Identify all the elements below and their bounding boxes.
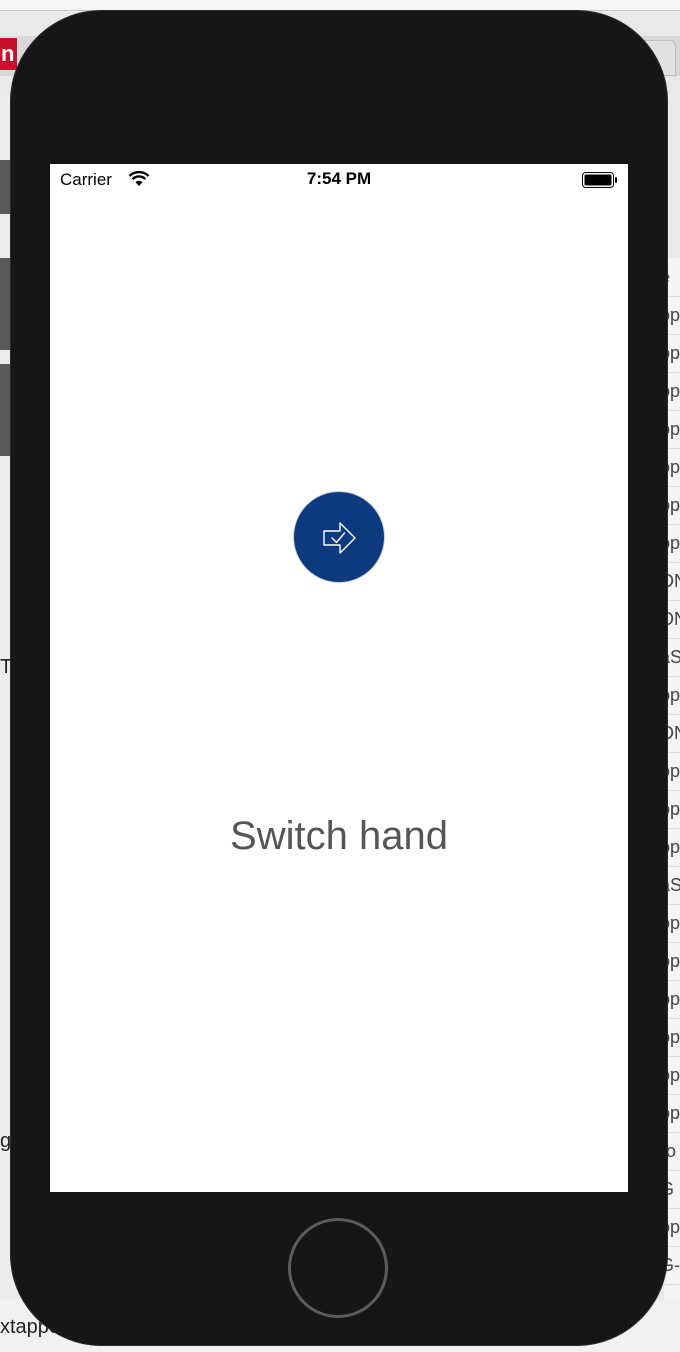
home-button[interactable] — [288, 1218, 388, 1318]
app-screen: Carrier 7:54 PM Switch hand — [50, 164, 628, 1192]
simulator-device-frame: Carrier 7:54 PM Switch hand — [10, 10, 668, 1346]
app-badge: n — [0, 38, 17, 70]
battery-icon — [582, 172, 617, 188]
switch-hand-button[interactable] — [293, 491, 385, 583]
instruction-text: Switch hand — [230, 814, 448, 858]
status-time: 7:54 PM — [306, 169, 372, 188]
arrow-right-check-icon — [323, 522, 356, 554]
status-bar: Carrier 7:54 PM — [50, 164, 628, 196]
